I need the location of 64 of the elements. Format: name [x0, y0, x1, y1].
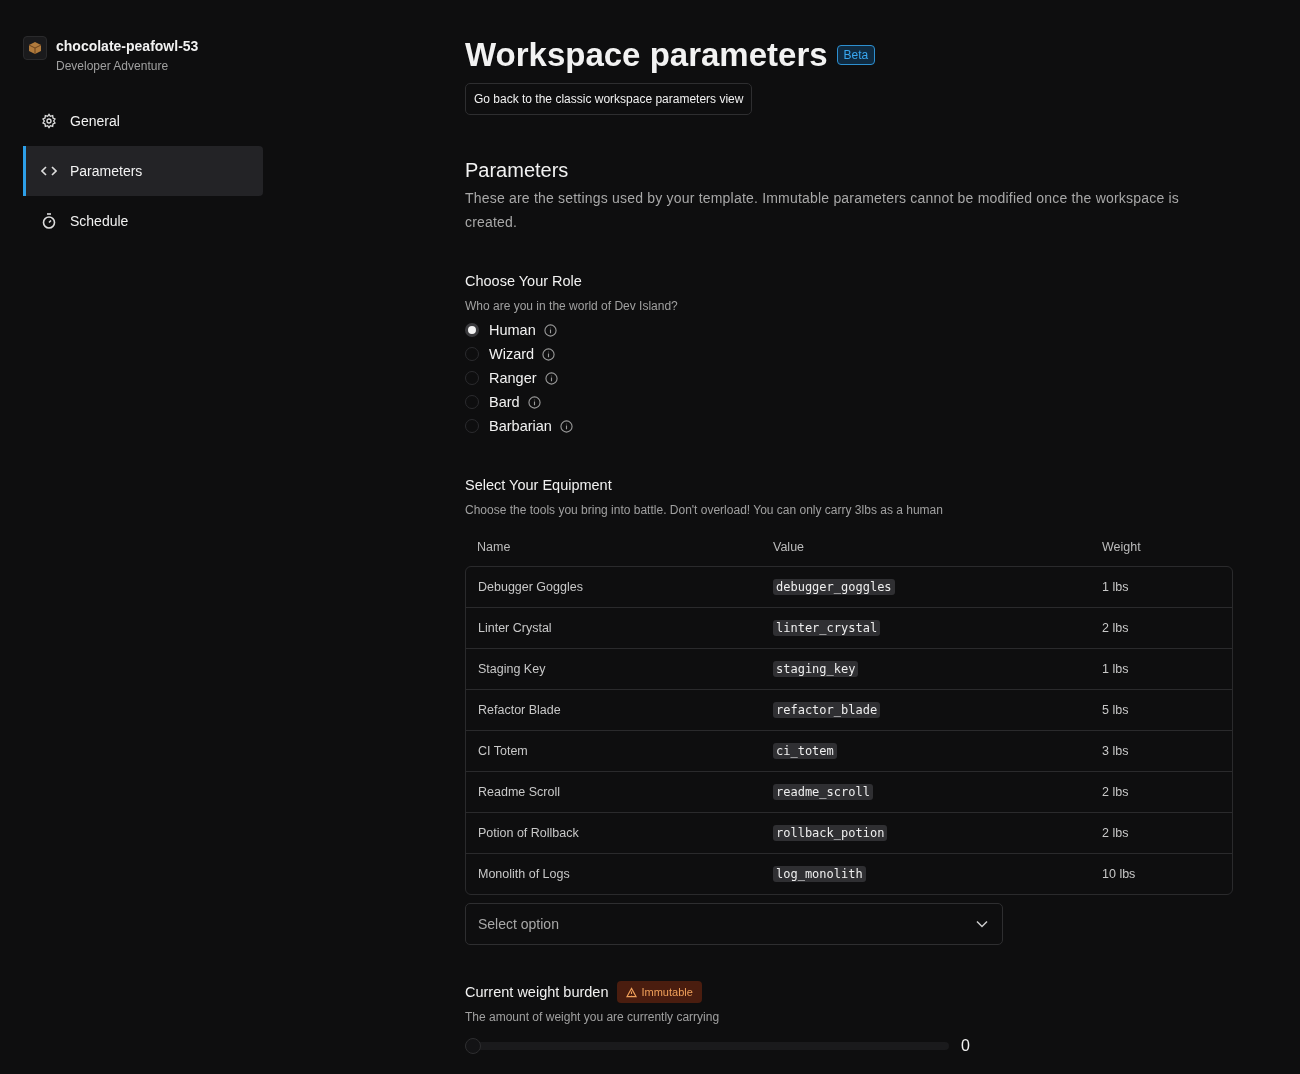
option-label[interactable]: Bard	[489, 394, 520, 410]
code-icon	[41, 165, 57, 177]
table-cell-text: Potion of Rollback	[478, 826, 580, 840]
sidebar-item[interactable]: Schedule	[23, 196, 263, 246]
sidebar-item[interactable]: General	[23, 96, 263, 146]
parameter-label: Select Your Equipment	[465, 476, 612, 495]
table-cell-text: Monolith of Logs	[478, 867, 571, 881]
table-cell-text: Readme Scroll	[478, 785, 561, 799]
table-cell-text: 1 lbs	[1102, 580, 1130, 594]
parameter-description: Choose the tools you bring into battle. Don't overload! You can only carry 3lbs as a human	[465, 502, 944, 518]
box-icon	[23, 36, 47, 60]
beta-badge: Beta	[836, 45, 876, 65]
option-label[interactable]: Ranger	[489, 370, 537, 386]
value-code: staging_key	[773, 661, 859, 677]
option-label[interactable]: Human	[489, 322, 536, 338]
table-cell-text: 2 lbs	[1102, 826, 1130, 840]
section-title: Parameters	[465, 159, 570, 182]
slider-thumb[interactable]	[465, 1038, 481, 1054]
table-cell-text: Debugger Goggles	[478, 580, 584, 594]
value-code: log_monolith	[773, 866, 866, 882]
info-icon[interactable]	[527, 395, 541, 409]
timer-icon	[41, 213, 57, 229]
workspace-name: chocolate-peafowl-53	[56, 37, 199, 56]
parameter-label: Current weight burden	[465, 983, 609, 1002]
slider-value: 0	[961, 1037, 970, 1055]
table-cell-text: 1 lbs	[1102, 662, 1130, 676]
parameter-label: Choose Your Role	[465, 272, 582, 291]
select-field[interactable]: Select option	[465, 903, 1003, 945]
table-cell-text: 3 lbs	[1102, 744, 1130, 758]
classic-view-button[interactable]: Go back to the classic workspace parameters view	[465, 83, 753, 115]
value-code: linter_crystal	[773, 620, 881, 636]
parameter-description: Who are you in the world of Dev Island?	[465, 298, 679, 314]
section-description: These are the settings used by your template. Immutable parameters cannot be modified once the workspace is created.	[465, 189, 1180, 232]
table-cell-text: CI Totem	[478, 744, 529, 758]
immutable-badge: Immutable	[617, 981, 702, 1003]
page-title: Workspace parameters	[465, 35, 828, 75]
radio-button[interactable]	[465, 323, 479, 337]
column-header: Name	[477, 540, 512, 554]
value-code: refactor_blade	[773, 702, 881, 718]
table-cell-text: 2 lbs	[1102, 785, 1130, 799]
table-cell-text: 10 lbs	[1102, 867, 1137, 881]
table-cell-text: 2 lbs	[1102, 621, 1130, 635]
option-label[interactable]: Wizard	[489, 346, 535, 362]
column-header: Value	[773, 540, 806, 554]
slider[interactable]	[465, 1038, 949, 1054]
settings-icon	[41, 113, 57, 129]
table-cell-text: Staging Key	[478, 662, 547, 676]
table-cell-text: Linter Crystal	[478, 621, 553, 635]
option-label[interactable]: Barbarian	[489, 418, 552, 434]
sidebar-item[interactable]: Parameters	[23, 146, 263, 196]
parameter-description: The amount of weight you are currently carrying	[465, 1009, 721, 1025]
info-icon[interactable]	[544, 371, 558, 385]
value-code: debugger_goggles	[773, 579, 895, 595]
value-code: readme_scroll	[773, 784, 873, 800]
info-icon[interactable]	[542, 347, 556, 361]
info-icon[interactable]	[543, 323, 557, 337]
value-code: rollback_potion	[773, 825, 888, 841]
table-cell-text: Refactor Blade	[478, 703, 562, 717]
column-header: Weight	[1102, 540, 1142, 554]
table-cell-text: 5 lbs	[1102, 703, 1130, 717]
chevron-down-icon	[976, 920, 988, 928]
info-icon[interactable]	[559, 419, 573, 433]
value-code: ci_totem	[773, 743, 837, 759]
template-name: Developer Adventure	[56, 58, 170, 75]
